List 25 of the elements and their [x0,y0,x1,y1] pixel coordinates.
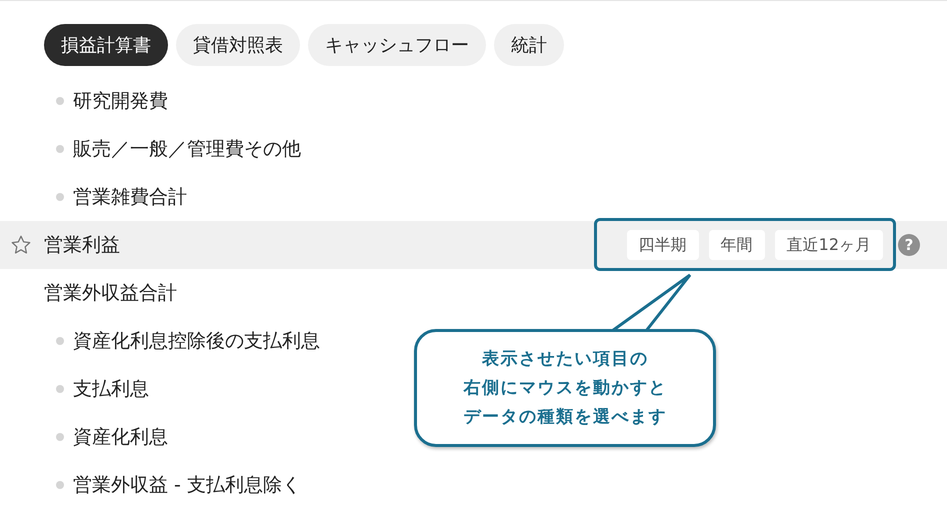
star-icon[interactable] [10,234,32,256]
bullet-icon [56,97,64,105]
row-label: 支払利息 [73,377,149,402]
row-label: 販売／一般／管理費その他 [73,137,301,162]
period-button[interactable]: 直近12ヶ月 [774,230,883,260]
row-label: 資産化利息 [73,425,168,450]
row-label: 営業外収益 - 支払利息除く [73,473,301,498]
period-button[interactable]: 四半期 [626,230,699,260]
row-label: 営業利益 [43,233,120,258]
row-label: 営業外収益合計 [43,281,177,306]
callout-text: 表示させたい項目の 右側にマウスを動かすと データの種類を選べます [463,348,667,428]
tab[interactable]: キャッシュフロー [308,24,486,66]
period-button[interactable]: 年間 [708,230,765,260]
bullet-icon [56,385,64,393]
bullet-icon [56,193,64,201]
bullet-icon [56,145,64,153]
bullet-icon [56,433,64,441]
row-label: 資産化利息控除後の支払利息 [73,329,320,354]
bullet-icon [56,337,64,345]
bullet-icon [56,481,64,489]
tab[interactable]: 統計 [494,24,564,66]
tab[interactable]: 貸借対照表 [176,24,300,66]
tab[interactable]: 損益計算書 [44,24,168,66]
row-label: 研究開発費 [73,89,168,114]
row-label: 営業雑費合計 [73,185,187,210]
